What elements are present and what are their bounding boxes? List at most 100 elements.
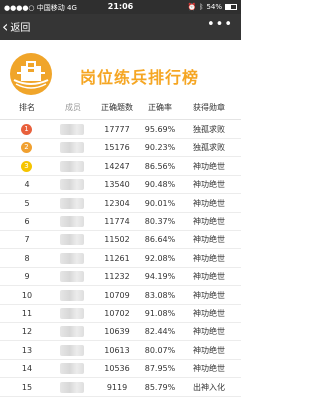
count-cell: 11774 xyxy=(104,217,130,226)
rate-cell: 92.08% xyxy=(144,253,176,263)
badge-cell: 神功绝世 xyxy=(193,235,225,245)
table-row: 7 11502 86.64% 神功绝世 xyxy=(0,230,241,250)
page-title: 岗位练兵排行榜 xyxy=(80,68,200,87)
badge-cell: 神功绝世 xyxy=(193,309,225,318)
rate-cell: 80.37% xyxy=(144,217,176,226)
header-rank: 排名 xyxy=(19,103,35,112)
header-badge: 获得勋章 xyxy=(193,103,225,112)
member-name-blurred xyxy=(60,179,84,191)
alarm-icon: ⏰ xyxy=(187,3,197,11)
table-row: 11 10702 91.08% 神功绝世 xyxy=(0,304,241,323)
table-row: 9 11232 94.19% 神功绝世 xyxy=(0,267,241,287)
rate-cell: 83.08% xyxy=(144,290,176,300)
table-row: 2 15176 90.23% 独孤求败 xyxy=(0,138,241,158)
count-cell: 14247 xyxy=(104,161,130,171)
count-cell: 10709 xyxy=(104,290,130,300)
badge-cell: 神功绝世 xyxy=(193,253,225,263)
member-name-blurred xyxy=(60,289,84,301)
rate-cell: 94.19% xyxy=(144,272,176,282)
member-name-blurred xyxy=(60,160,84,172)
status-bar: ●●●●○ 中国移动 4G 21:06 ⏰ ᛒ 54% xyxy=(0,0,241,14)
table-row: 15 9119 85.79% 出神入化 xyxy=(0,378,241,397)
header-count: 正确题数 xyxy=(101,103,133,112)
rank-medal-icon: 1 xyxy=(21,124,32,135)
count-cell: 10702 xyxy=(104,309,130,318)
badge-cell: 神功绝世 xyxy=(193,290,225,300)
rate-cell: 90.01% xyxy=(144,198,176,208)
battery-percent: 54% xyxy=(206,3,222,11)
rate-cell: 86.64% xyxy=(144,235,176,245)
rank-cell: 15 xyxy=(21,382,33,392)
status-right: ⏰ ᛒ 54% xyxy=(188,3,237,11)
member-name-blurred xyxy=(60,142,84,154)
count-cell: 15176 xyxy=(104,143,130,153)
table-row: 13 10613 80.07% 神功绝世 xyxy=(0,341,241,360)
table-row: 14 10536 87.95% 神功绝世 xyxy=(0,359,241,379)
nav-bar: ‹ 返回 ••• xyxy=(0,14,241,40)
bluetooth-icon: ᛒ xyxy=(199,3,204,11)
member-name-blurred xyxy=(60,252,84,264)
table-row: 5 12304 90.01% 神功绝世 xyxy=(0,194,241,213)
rank-cell: 14 xyxy=(21,364,33,374)
rank-cell: 4 xyxy=(24,180,30,190)
rate-cell: 85.79% xyxy=(144,382,176,392)
badge-cell: 神功绝世 xyxy=(193,180,225,190)
badge-cell: 神功绝世 xyxy=(193,161,225,171)
member-name-blurred xyxy=(60,234,84,246)
badge-cell: 神功绝世 xyxy=(193,272,225,282)
rate-cell: 80.07% xyxy=(144,345,176,355)
table-row: 8 11261 92.08% 神功绝世 xyxy=(0,249,241,268)
member-name-blurred xyxy=(60,308,84,319)
count-cell: 12304 xyxy=(104,198,130,208)
member-name-blurred xyxy=(60,344,84,356)
rate-cell: 82.44% xyxy=(144,327,176,337)
member-name-blurred xyxy=(60,381,84,393)
table-row: 3 14247 86.56% 神功绝世 xyxy=(0,157,241,176)
badge-cell: 神功绝世 xyxy=(193,217,225,226)
rank-medal-icon: 2 xyxy=(21,142,32,154)
rank-cell: 7 xyxy=(24,235,30,245)
rate-cell: 95.69% xyxy=(144,125,176,134)
rank-cell: 5 xyxy=(24,198,30,208)
header-rate: 正确率 xyxy=(148,103,172,112)
member-name-blurred xyxy=(60,271,84,283)
member-name-blurred xyxy=(60,197,84,209)
badge-cell: 神功绝世 xyxy=(193,327,225,337)
member-name-blurred xyxy=(60,124,84,135)
member-name-blurred xyxy=(60,216,84,227)
battery-icon xyxy=(225,4,237,10)
tax-emblem-icon xyxy=(10,53,52,95)
badge-cell: 出神入化 xyxy=(193,382,225,392)
rank-cell: 9 xyxy=(24,272,30,282)
rate-cell: 87.95% xyxy=(144,364,176,374)
count-cell: 10536 xyxy=(104,364,130,374)
member-name-blurred xyxy=(60,363,84,375)
header-name: 成员 xyxy=(65,103,81,112)
badge-cell: 神功绝世 xyxy=(193,345,225,355)
back-label: 返回 xyxy=(10,23,31,34)
rank-cell: 11 xyxy=(21,309,33,318)
chevron-left-icon: ‹ xyxy=(2,16,9,36)
table-row: 4 13540 90.48% 神功绝世 xyxy=(0,175,241,195)
rate-cell: 90.23% xyxy=(144,143,176,153)
count-cell: 11232 xyxy=(104,272,130,282)
count-cell: 17777 xyxy=(104,125,130,134)
badge-cell: 独孤求败 xyxy=(193,143,225,153)
rate-cell: 90.48% xyxy=(144,180,176,190)
rank-cell: 6 xyxy=(24,217,30,226)
table-row: 10 10709 83.08% 神功绝世 xyxy=(0,286,241,305)
rank-cell: 8 xyxy=(24,253,30,263)
more-icon[interactable]: ••• xyxy=(207,17,233,32)
back-button[interactable]: ‹ 返回 xyxy=(2,16,31,36)
badge-cell: 神功绝世 xyxy=(193,364,225,374)
rate-cell: 91.08% xyxy=(144,309,176,318)
count-cell: 13540 xyxy=(104,180,130,190)
table-row: 1 17777 95.69% 独孤求败 xyxy=(0,120,241,139)
table-row: 6 11774 80.37% 神功绝世 xyxy=(0,212,241,231)
count-cell: 10613 xyxy=(104,345,130,355)
rank-cell: 12 xyxy=(21,327,33,337)
rank-cell: 10 xyxy=(21,290,33,300)
rank-cell: 13 xyxy=(21,345,33,355)
count-cell: 9119 xyxy=(106,382,128,392)
table-header: 排名 成员 正确题数 正确率 获得勋章 xyxy=(0,96,241,120)
